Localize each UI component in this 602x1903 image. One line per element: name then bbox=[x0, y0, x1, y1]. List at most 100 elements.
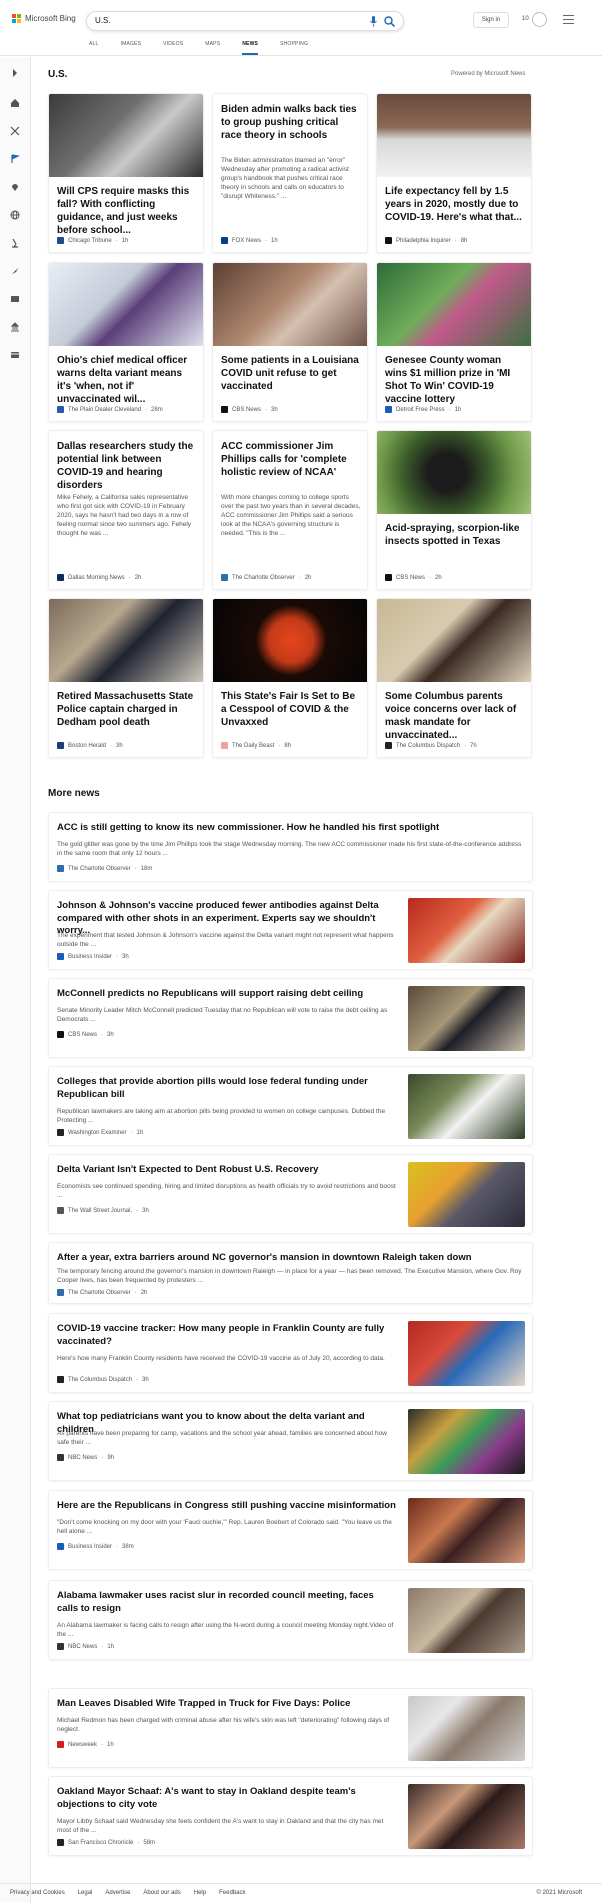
time-ago: 8h bbox=[460, 237, 468, 244]
dot-separator: · bbox=[134, 865, 137, 872]
science-microscope-icon[interactable] bbox=[10, 238, 20, 248]
item-title[interactable]: Colleges that provide abortion pills wou… bbox=[57, 1076, 397, 1101]
footer-link-help[interactable]: Help bbox=[194, 1890, 206, 1896]
news-card[interactable]: Retired Massachusetts State Police capta… bbox=[48, 598, 204, 758]
more-news-item[interactable]: ACC is still getting to know its new com… bbox=[48, 812, 533, 882]
microsoft-logo-icon bbox=[12, 14, 21, 23]
us-flag-icon[interactable] bbox=[10, 154, 20, 164]
card-source: Dallas Morning News · 2h bbox=[57, 574, 141, 581]
card-image bbox=[49, 263, 203, 346]
more-news-item[interactable]: COVID-19 vaccine tracker: How many peopl… bbox=[48, 1313, 533, 1393]
microphone-icon[interactable] bbox=[370, 16, 377, 27]
news-card[interactable]: Some patients in a Louisiana COVID unit … bbox=[212, 262, 368, 422]
news-card[interactable]: Some Columbus parents voice concerns ove… bbox=[376, 598, 532, 758]
tools-icon[interactable] bbox=[10, 126, 20, 136]
card-title[interactable]: Ohio's chief medical officer warns delta… bbox=[57, 354, 197, 406]
politics-capitol-icon[interactable] bbox=[10, 322, 20, 332]
entertainment-icon[interactable] bbox=[10, 294, 20, 304]
item-source: CBS News · 3h bbox=[57, 1031, 114, 1038]
card-title[interactable]: Dallas researchers study the potential l… bbox=[57, 440, 197, 492]
card-title[interactable]: Biden admin walks back ties to group pus… bbox=[221, 103, 361, 142]
item-title[interactable]: Delta Variant Isn't Expected to Dent Rob… bbox=[57, 1164, 397, 1177]
more-news-item[interactable]: Oakland Mayor Schaaf: A's want to stay i… bbox=[48, 1776, 533, 1856]
more-news-item[interactable]: McConnell predicts no Republicans will s… bbox=[48, 978, 533, 1058]
item-title[interactable]: COVID-19 vaccine tracker: How many peopl… bbox=[57, 1323, 397, 1348]
item-title[interactable]: McConnell predicts no Republicans will s… bbox=[57, 988, 397, 1001]
world-globe-icon[interactable] bbox=[10, 210, 20, 220]
more-news-item[interactable]: Alabama lawmaker uses racist slur in rec… bbox=[48, 1580, 533, 1660]
sign-in-button[interactable]: Sign in bbox=[473, 12, 509, 28]
news-card[interactable]: ACC commissioner Jim Phillips calls for … bbox=[212, 430, 368, 590]
more-news-item[interactable]: Man Leaves Disabled Wife Trapped in Truc… bbox=[48, 1688, 533, 1768]
bing-logo[interactable]: Microsoft Bing bbox=[12, 14, 76, 23]
card-title[interactable]: Life expectancy fell by 1.5 years in 202… bbox=[385, 185, 525, 224]
card-image bbox=[377, 431, 531, 514]
dot-separator: · bbox=[265, 237, 268, 244]
more-news-item[interactable]: Johnson & Johnson's vaccine produced few… bbox=[48, 890, 533, 970]
source-favicon-icon bbox=[57, 865, 64, 872]
card-title[interactable]: Will CPS require masks this fall? With c… bbox=[57, 185, 197, 237]
news-card[interactable]: Life expectancy fell by 1.5 years in 202… bbox=[376, 93, 532, 253]
tab-shopping[interactable]: SHOPPING bbox=[280, 41, 308, 55]
card-title[interactable]: Genesee County woman wins $1 million pri… bbox=[385, 354, 525, 406]
source-favicon-icon bbox=[57, 1289, 64, 1296]
card-title[interactable]: ACC commissioner Jim Phillips calls for … bbox=[221, 440, 361, 479]
item-title[interactable]: Oakland Mayor Schaaf: A's want to stay i… bbox=[57, 1786, 397, 1811]
item-title[interactable]: Here are the Republicans in Congress sti… bbox=[57, 1500, 397, 1513]
money-card-icon[interactable] bbox=[10, 350, 20, 360]
item-title[interactable]: Alabama lawmaker uses racist slur in rec… bbox=[57, 1590, 397, 1615]
home-icon[interactable] bbox=[10, 98, 20, 108]
search-icon[interactable] bbox=[384, 16, 395, 27]
more-news-item[interactable]: After a year, extra barriers around NC g… bbox=[48, 1242, 533, 1304]
tab-videos[interactable]: VIDEOS bbox=[163, 41, 183, 55]
source-name: NBC News bbox=[68, 1643, 98, 1650]
tab-news[interactable]: NEWS bbox=[242, 41, 258, 55]
expand-chevron-icon[interactable] bbox=[10, 68, 20, 78]
dot-separator: · bbox=[115, 237, 118, 244]
search-input[interactable] bbox=[95, 16, 355, 25]
footer-link-privacy[interactable]: Privacy and Cookies bbox=[10, 1890, 65, 1896]
tab-maps[interactable]: MAPS bbox=[205, 41, 220, 55]
location-pin-icon[interactable] bbox=[10, 182, 20, 192]
rewards-count[interactable]: 10 bbox=[522, 16, 529, 22]
news-card[interactable]: This State's Fair Is Set to Be a Cesspoo… bbox=[212, 598, 368, 758]
tab-images[interactable]: IMAGES bbox=[121, 41, 142, 55]
card-title[interactable]: Retired Massachusetts State Police capta… bbox=[57, 690, 197, 729]
footer-links: Privacy and Cookies Legal Advertise Abou… bbox=[10, 1890, 245, 1896]
time-ago: 1h bbox=[136, 1129, 144, 1136]
hamburger-menu-icon[interactable] bbox=[563, 15, 574, 24]
left-category-rail bbox=[0, 57, 31, 1903]
technology-rocket-icon[interactable] bbox=[10, 266, 20, 276]
footer-link-advertise[interactable]: Advertise bbox=[105, 1890, 130, 1896]
news-card[interactable]: Ohio's chief medical officer warns delta… bbox=[48, 262, 204, 422]
card-title[interactable]: Some Columbus parents voice concerns ove… bbox=[385, 690, 525, 742]
rewards-trophy-icon[interactable] bbox=[532, 12, 547, 27]
time-ago: 3h bbox=[142, 1376, 149, 1383]
tab-all[interactable]: ALL bbox=[89, 41, 99, 55]
item-title[interactable]: ACC is still getting to know its new com… bbox=[57, 822, 522, 835]
footer-link-legal[interactable]: Legal bbox=[78, 1890, 93, 1896]
more-news-item[interactable]: Colleges that provide abortion pills wou… bbox=[48, 1066, 533, 1146]
footer-link-about-ads[interactable]: About our ads bbox=[143, 1890, 180, 1896]
news-card[interactable]: Genesee County woman wins $1 million pri… bbox=[376, 262, 532, 422]
news-card[interactable]: Acid-spraying, scorpion-like insects spo… bbox=[376, 430, 532, 590]
source-favicon-icon bbox=[57, 574, 64, 581]
more-news-title: More news bbox=[48, 788, 100, 799]
card-title[interactable]: This State's Fair Is Set to Be a Cesspoo… bbox=[221, 690, 361, 729]
source-favicon-icon bbox=[57, 1031, 64, 1038]
item-title[interactable]: After a year, extra barriers around NC g… bbox=[57, 1252, 522, 1265]
card-title[interactable]: Acid-spraying, scorpion-like insects spo… bbox=[385, 522, 525, 548]
dot-separator: · bbox=[265, 406, 268, 413]
item-title[interactable]: Man Leaves Disabled Wife Trapped in Truc… bbox=[57, 1698, 397, 1711]
news-card[interactable]: Will CPS require masks this fall? With c… bbox=[48, 93, 204, 253]
search-box[interactable] bbox=[86, 11, 404, 31]
more-news-item[interactable]: Delta Variant Isn't Expected to Dent Rob… bbox=[48, 1154, 533, 1234]
more-news-item[interactable]: Here are the Republicans in Congress sti… bbox=[48, 1490, 533, 1570]
time-ago: 7h bbox=[470, 742, 477, 749]
footer-link-feedback[interactable]: Feedback bbox=[219, 1890, 245, 1896]
news-card[interactable]: Dallas researchers study the potential l… bbox=[48, 430, 204, 590]
powered-by-label: Powered by Microsoft News bbox=[451, 71, 526, 77]
more-news-item[interactable]: What top pediatricians want you to know … bbox=[48, 1401, 533, 1481]
card-title[interactable]: Some patients in a Louisiana COVID unit … bbox=[221, 354, 361, 393]
news-card[interactable]: Biden admin walks back ties to group pus… bbox=[212, 93, 368, 253]
